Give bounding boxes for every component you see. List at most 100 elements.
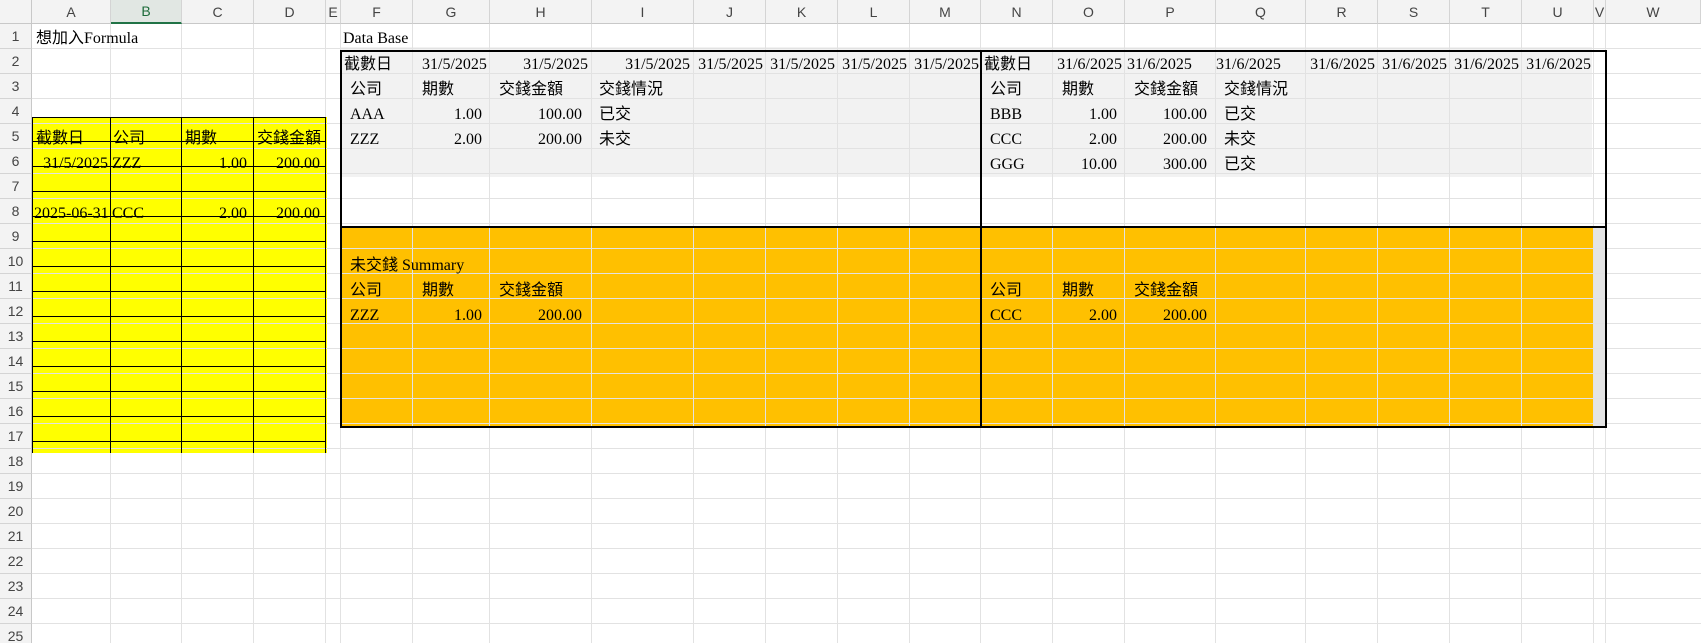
cell-Q5-status[interactable]: 未交	[1224, 127, 1256, 152]
cell-F12-company[interactable]: ZZZ	[350, 303, 379, 328]
column-header-V[interactable]: V	[1594, 0, 1606, 24]
cell-H2-date[interactable]: 31/5/2025	[490, 52, 588, 77]
cell-A8-date[interactable]: 2025-06-31	[34, 201, 109, 226]
cell-B5-header-company[interactable]: 公司	[113, 126, 145, 151]
cell-A6-date[interactable]: 31/5/2025	[32, 151, 108, 176]
column-header-A[interactable]: A	[32, 0, 111, 24]
cell-C8-period[interactable]: 2.00	[183, 201, 247, 226]
cell-P12-amount[interactable]: 200.00	[1124, 303, 1207, 328]
column-header-W[interactable]: W	[1606, 0, 1701, 24]
cell-A1-note[interactable]: 想加入Formula	[36, 26, 138, 51]
cell-F2-date-label[interactable]: 截數日	[344, 52, 392, 77]
row-header-23[interactable]: 23	[0, 574, 32, 599]
column-header-F[interactable]: F	[341, 0, 413, 24]
column-header-G[interactable]: G	[413, 0, 490, 24]
cell-P4-amount[interactable]: 100.00	[1124, 102, 1207, 127]
cell-I3-header-status[interactable]: 交錢情況	[599, 77, 663, 102]
cell-P3-header-amount[interactable]: 交錢金額	[1134, 77, 1198, 102]
cell-M2-date[interactable]: 31/5/2025	[910, 52, 979, 77]
row-header-17[interactable]: 17	[0, 424, 32, 449]
cell-H11-header-amount[interactable]: 交錢金額	[499, 278, 563, 303]
column-header-K[interactable]: K	[766, 0, 838, 24]
cell-N12-company[interactable]: CCC	[990, 303, 1022, 328]
row-header-6[interactable]: 6	[0, 149, 32, 174]
cell-F5-company[interactable]: ZZZ	[350, 127, 379, 152]
row-header-16[interactable]: 16	[0, 399, 32, 424]
cell-O2-date[interactable]: 31/6/2025	[1054, 52, 1122, 77]
column-header-M[interactable]: M	[910, 0, 981, 24]
cell-F3-header-company[interactable]: 公司	[350, 77, 382, 102]
column-header-Q[interactable]: Q	[1216, 0, 1306, 24]
column-header-C[interactable]: C	[182, 0, 254, 24]
row-header-12[interactable]: 12	[0, 299, 32, 324]
cell-G11-header-period[interactable]: 期數	[422, 278, 454, 303]
row-header-5[interactable]: 5	[0, 124, 32, 149]
row-header-20[interactable]: 20	[0, 499, 32, 524]
cell-J2-date[interactable]: 31/5/2025	[694, 52, 763, 77]
cell-H5-amount[interactable]: 200.00	[490, 127, 582, 152]
cell-F4-company[interactable]: AAA	[350, 102, 385, 127]
column-header-U[interactable]: U	[1522, 0, 1594, 24]
cell-U2-date[interactable]: 31/6/2025	[1522, 52, 1591, 77]
cell-K2-date[interactable]: 31/5/2025	[766, 52, 835, 77]
column-header-O[interactable]: O	[1053, 0, 1125, 24]
row-header-18[interactable]: 18	[0, 449, 32, 474]
column-header-L[interactable]: L	[838, 0, 910, 24]
cell-G12-period[interactable]: 1.00	[412, 303, 482, 328]
spreadsheet-grid[interactable]: ABCDEFGHIJKLMNOPQRSTUVW 1 2 3 4 5 6 7 8 9 10 11 12 1…	[0, 0, 1701, 643]
row-header-7[interactable]: 7	[0, 174, 32, 199]
cell-I5-status[interactable]: 未交	[599, 127, 631, 152]
cell-F10-summary-title[interactable]: 未交錢 Summary	[350, 253, 464, 278]
row-header-15[interactable]: 15	[0, 374, 32, 399]
column-header-B[interactable]: B	[111, 0, 182, 24]
cell-G2-date[interactable]: 31/5/2025	[422, 52, 487, 77]
cell-G5-period[interactable]: 2.00	[412, 127, 482, 152]
column-header-H[interactable]: H	[490, 0, 592, 24]
row-header-4[interactable]: 4	[0, 99, 32, 124]
cell-P2-date[interactable]: 31/6/2025	[1127, 52, 1192, 77]
cell-N5-company[interactable]: CCC	[990, 127, 1022, 152]
cell-Q3-header-status[interactable]: 交錢情況	[1224, 77, 1288, 102]
cell-N3-header-company[interactable]: 公司	[990, 77, 1022, 102]
row-header-24[interactable]: 24	[0, 599, 32, 624]
column-header-E[interactable]: E	[326, 0, 341, 24]
cell-L2-date[interactable]: 31/5/2025	[838, 52, 907, 77]
cell-Q6-status[interactable]: 已交	[1224, 152, 1256, 177]
cell-O11-header-period[interactable]: 期數	[1062, 278, 1094, 303]
cell-H12-amount[interactable]: 200.00	[490, 303, 582, 328]
cell-T2-date[interactable]: 31/6/2025	[1450, 52, 1519, 77]
column-header-I[interactable]: I	[592, 0, 694, 24]
cell-N11-header-company[interactable]: 公司	[990, 278, 1022, 303]
cell-Q4-status[interactable]: 已交	[1224, 102, 1256, 127]
cell-H3-header-amount[interactable]: 交錢金額	[499, 77, 563, 102]
row-header-25[interactable]: 25	[0, 624, 32, 643]
row-header-21[interactable]: 21	[0, 524, 32, 549]
cell-N2-date-label[interactable]: 截數日	[984, 52, 1032, 77]
row-header-22[interactable]: 22	[0, 549, 32, 574]
cell-O5-period[interactable]: 2.00	[1052, 127, 1117, 152]
row-header-14[interactable]: 14	[0, 349, 32, 374]
cell-G4-period[interactable]: 1.00	[412, 102, 482, 127]
cell-G3-header-period[interactable]: 期數	[422, 77, 454, 102]
cell-B8-company[interactable]: CCC	[112, 201, 144, 226]
column-header-R[interactable]: R	[1306, 0, 1378, 24]
cell-Q2-date[interactable]: 31/6/2025	[1216, 52, 1281, 77]
cell-N4-company[interactable]: BBB	[990, 102, 1022, 127]
row-header-10[interactable]: 10	[0, 249, 32, 274]
cell-O6-period[interactable]: 10.00	[1052, 152, 1117, 177]
cell-O12-period[interactable]: 2.00	[1052, 303, 1117, 328]
row-header-2[interactable]: 2	[0, 49, 32, 74]
cell-P11-header-amount[interactable]: 交錢金額	[1134, 278, 1198, 303]
cell-B6-company[interactable]: ZZZ	[112, 151, 141, 176]
row-header-8[interactable]: 8	[0, 199, 32, 224]
cell-O3-header-period[interactable]: 期數	[1062, 77, 1094, 102]
cell-H4-amount[interactable]: 100.00	[490, 102, 582, 127]
column-header-T[interactable]: T	[1450, 0, 1522, 24]
cell-S2-date[interactable]: 31/6/2025	[1378, 52, 1447, 77]
row-header-13[interactable]: 13	[0, 324, 32, 349]
select-all-corner[interactable]	[0, 0, 32, 24]
column-header-J[interactable]: J	[694, 0, 766, 24]
row-header-11[interactable]: 11	[0, 274, 32, 299]
cell-P6-amount[interactable]: 300.00	[1124, 152, 1207, 177]
cell-P5-amount[interactable]: 200.00	[1124, 127, 1207, 152]
